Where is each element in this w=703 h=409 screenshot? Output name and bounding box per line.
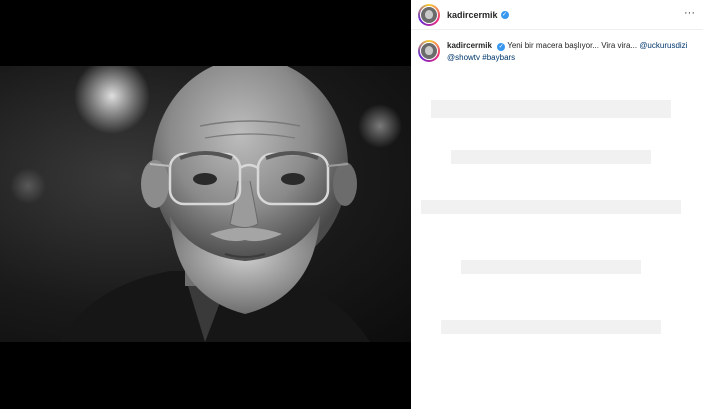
post-side-panel: kadircermik ✓ ··· kadircermik ✓ Yeni bir… [411, 0, 703, 409]
avatar-image [420, 5, 438, 24]
caption-avatar-image [420, 42, 438, 60]
caption-username-link[interactable]: kadircermik [447, 41, 492, 50]
background-watermark [421, 80, 701, 400]
post-photo[interactable] [0, 66, 411, 342]
post-header: kadircermik ✓ ··· [411, 0, 703, 30]
ellipsis-icon[interactable]: ··· [684, 8, 695, 19]
caption-verified-badge-icon: ✓ [497, 43, 506, 51]
avatar[interactable] [418, 3, 440, 26]
caption-avatar[interactable] [418, 40, 440, 62]
username-link[interactable]: kadircermik [447, 10, 498, 20]
caption-text: kadircermik ✓ Yeni bir macera başlıyor..… [447, 40, 691, 64]
mention-link[interactable]: @uckurusdizi [639, 41, 687, 50]
caption-row: kadircermik ✓ Yeni bir macera başlıyor..… [418, 40, 698, 64]
portrait-image [10, 66, 402, 342]
hashtag-link[interactable]: #baybars [482, 53, 515, 62]
caption-body: Yeni bir macera başlıyor... Vira vira... [507, 41, 638, 50]
mention-link[interactable]: @showtv [447, 53, 480, 62]
verified-badge-icon: ✓ [500, 10, 509, 19]
post-media-pane [0, 0, 411, 409]
